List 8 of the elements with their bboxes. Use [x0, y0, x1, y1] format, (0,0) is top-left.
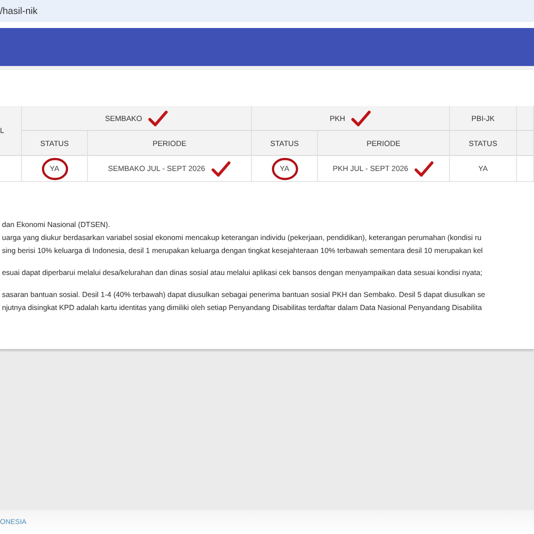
- check-mark-icon: [211, 160, 232, 176]
- table-header: [517, 131, 534, 156]
- check-mark-icon: [148, 110, 168, 126]
- check-mark-icon: [414, 160, 434, 176]
- address-bar[interactable]: /hasil-nik: [0, 0, 534, 22]
- circle-annotation-icon: [270, 156, 298, 180]
- check-mark-icon: [351, 110, 372, 126]
- circle-annotation-icon: [40, 156, 68, 180]
